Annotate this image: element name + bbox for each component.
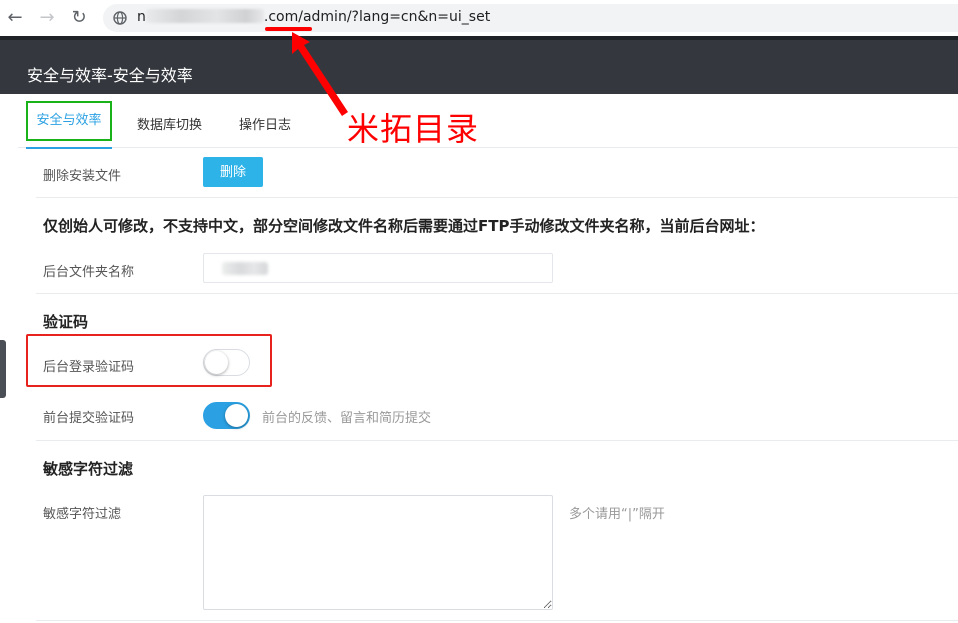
globe-icon	[113, 11, 127, 25]
browser-toolbar: ← → ↻ n .com/admin/?lang=cn&n=ui_set	[0, 0, 958, 36]
filter-hint: 多个请用“|”隔开	[569, 503, 665, 522]
app-header: 安全与效率-安全与效率	[0, 36, 958, 94]
annotation-text: 米拓目录	[347, 104, 479, 150]
forward-arrow-icon[interactable]: →	[37, 8, 57, 28]
toggle-knob	[205, 351, 228, 374]
filter-label: 敏感字符过滤	[43, 503, 121, 522]
url-query: /?lang=cn&n=ui_set	[347, 9, 490, 25]
tab-bar: 安全与效率 数据库切换 操作日志	[18, 94, 958, 148]
tab-database-switch[interactable]: 数据库切换	[137, 114, 202, 133]
url-redacted	[146, 9, 264, 23]
frontend-captcha-hint: 前台的反馈、留言和简历提交	[262, 407, 431, 426]
admin-folder-notice: 仅创始人可修改，不支持中文，部分空间修改文件名称后需要通过FTP手动修改文件夹名…	[43, 215, 764, 236]
captcha-section-title: 验证码	[43, 311, 88, 332]
frontend-captcha-label: 前台提交验证码	[43, 407, 134, 426]
divider	[36, 293, 958, 294]
divider	[36, 620, 958, 621]
admin-folder-input[interactable]	[203, 253, 553, 283]
tab-security-efficiency[interactable]: 安全与效率	[26, 101, 112, 141]
divider	[36, 197, 958, 198]
url-text: n .com/admin/?lang=cn&n=ui_set	[137, 9, 490, 25]
page-title: 安全与效率-安全与效率	[27, 62, 193, 86]
backend-captcha-label: 后台登录验证码	[43, 356, 134, 375]
address-bar[interactable]: n .com/admin/?lang=cn&n=ui_set	[103, 4, 958, 32]
url-domain-suffix: .com/	[264, 9, 303, 25]
backend-captcha-toggle[interactable]	[203, 349, 250, 376]
filter-section-title: 敏感字符过滤	[43, 458, 133, 479]
divider	[36, 440, 958, 441]
delete-button[interactable]: 删除	[203, 157, 263, 187]
filter-textarea[interactable]	[203, 495, 553, 610]
url-prefix: n	[137, 9, 146, 25]
delete-install-files-label: 删除安装文件	[43, 165, 121, 184]
toggle-knob	[225, 404, 248, 427]
reload-icon[interactable]: ↻	[69, 8, 89, 28]
admin-folder-value-redacted	[222, 262, 268, 275]
url-admin-path: admin	[303, 9, 347, 25]
back-arrow-icon[interactable]: ←	[5, 8, 25, 28]
admin-folder-label: 后台文件夹名称	[43, 261, 134, 280]
sidebar-toggle-handle[interactable]	[0, 340, 6, 398]
frontend-captcha-toggle[interactable]	[203, 402, 250, 429]
